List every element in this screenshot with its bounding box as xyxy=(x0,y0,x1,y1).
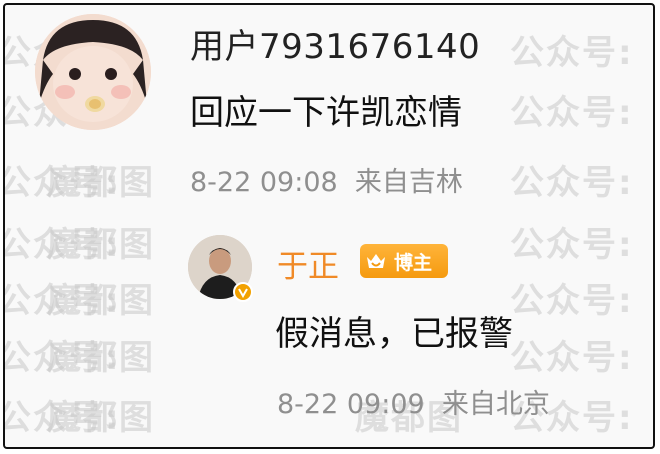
reply-meta: 8-22 09:09 来自北京 xyxy=(277,382,550,421)
baby-avatar-image xyxy=(35,14,151,130)
commenter-avatar[interactable] xyxy=(35,14,151,130)
watermark-text: 公众号: xyxy=(3,398,121,438)
comment-text: 回应一下许凯恋情 xyxy=(190,93,462,133)
commenter-username[interactable]: 用户7931676140 xyxy=(190,19,480,68)
watermark-text: 公众号: xyxy=(3,338,121,378)
verified-badge-icon xyxy=(233,282,253,302)
comment-location: 来自吉林 xyxy=(354,167,463,198)
watermark-text: 公众号: xyxy=(510,33,634,73)
watermark-text: 魔都图 xyxy=(47,163,155,203)
blogger-badge: 博主 xyxy=(360,244,448,278)
reply-time: 8-22 09:09 xyxy=(277,389,425,420)
reply-text: 假消息，已报警 xyxy=(275,314,513,354)
watermark-text: 魔都图 xyxy=(47,281,155,321)
comment-meta: 8-22 09:08 来自吉林 xyxy=(190,160,463,199)
watermark-text: 魔都图 xyxy=(47,225,155,265)
watermark-text: 公众号: xyxy=(510,281,634,321)
reply-location: 来自北京 xyxy=(441,389,550,420)
badge-label: 博主 xyxy=(394,251,433,274)
watermark-text: 公众号: xyxy=(3,163,121,203)
watermark-text: 魔都图 xyxy=(47,398,155,438)
watermark-text: 公众号: xyxy=(510,338,634,378)
watermark-text: 公众号: xyxy=(3,281,121,321)
watermark-text: 公众号: xyxy=(510,93,634,133)
screenshot-frame: 公众号: 公众号: 公众号: 公众号: 公众号: 魔都图 公众号: 公众号: 魔… xyxy=(3,3,655,449)
watermark-text: 公众号: xyxy=(510,163,634,203)
watermark-text: 公众号: xyxy=(3,225,121,265)
comment-time: 8-22 09:08 xyxy=(190,167,338,198)
watermark-text: 公众号: xyxy=(510,225,634,265)
crown-icon xyxy=(367,254,385,268)
replier-username[interactable]: 于正 xyxy=(277,241,339,286)
watermark-text: 魔都图 xyxy=(47,338,155,378)
